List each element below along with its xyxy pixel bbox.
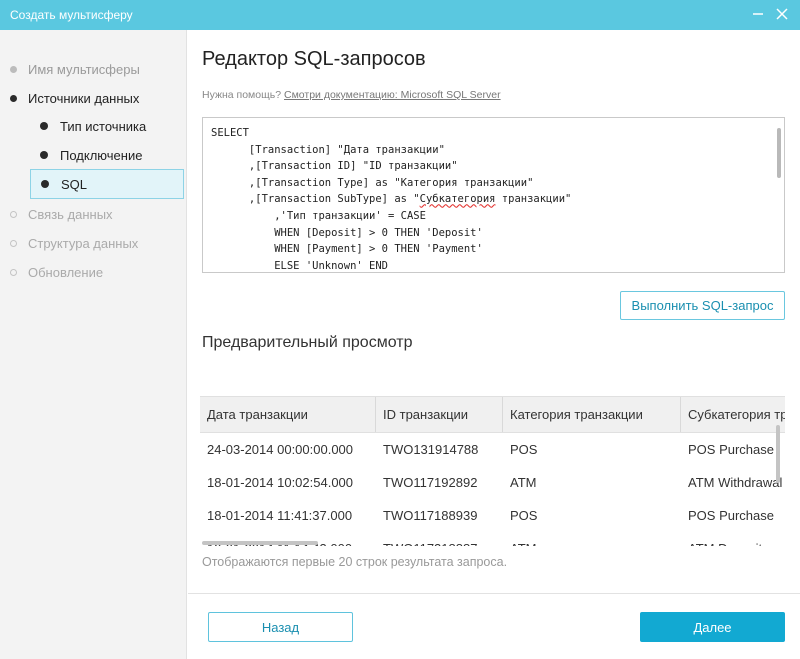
table-cell: TWO131914788 — [383, 442, 479, 457]
table-row: 24-03-2014 00:00:00.000 TWO131914788 POS… — [200, 433, 785, 466]
table-cell: ATM Withdrawal — [688, 475, 783, 490]
table-cell: TWO117188939 — [383, 508, 478, 523]
page-title: Редактор SQL-запросов — [202, 48, 426, 70]
table-cell: 18-01-2014 10:02:54.000 — [207, 475, 354, 490]
step-label: Имя мультисферы — [28, 61, 140, 77]
column-header[interactable]: Дата транзакции — [200, 397, 376, 432]
step-dot-icon — [10, 239, 17, 247]
sql-line: ,[Transaction SubType] as "Субкатегория … — [211, 193, 572, 206]
step-label: Обновление — [28, 264, 104, 280]
help-prefix: Нужна помощь? — [202, 89, 282, 101]
step-dot-icon — [10, 65, 17, 73]
step-dot-icon — [41, 180, 49, 188]
table-row: 18-01-2014 11:41:37.000 TWO117188939 POS… — [200, 499, 785, 532]
table-cell: ATM — [510, 475, 537, 490]
sql-line: ,'Тип транзакции' = CASE — [211, 209, 426, 222]
table-cell: ATM — [503, 532, 681, 546]
table-horizontal-scrollbar[interactable] — [202, 541, 318, 545]
back-button[interactable]: Назад — [208, 612, 353, 642]
rows-note: Отображаются первые 20 строк результата … — [202, 555, 508, 569]
step-data-link[interactable]: Связь данных — [10, 204, 113, 224]
table-row: 18-01-2014 10:02:54.000 TWO117192892 ATM… — [200, 466, 785, 499]
table-cell: POS Purchase — [688, 442, 774, 457]
table-cell: TWO117192892 — [383, 475, 478, 490]
documentation-link[interactable]: Смотри документацию: Microsoft SQL Serve… — [284, 89, 501, 101]
substep-sql[interactable]: SQL — [30, 169, 184, 199]
footer-divider — [188, 593, 800, 594]
preview-title: Предварительный просмотр — [202, 334, 413, 351]
close-icon[interactable] — [774, 6, 790, 22]
step-label: Источники данных — [28, 90, 140, 106]
next-button[interactable]: Далее — [640, 612, 785, 642]
step-label: SQL — [61, 176, 88, 192]
sql-line: [Transaction] "Дата транзакции" — [211, 143, 445, 156]
step-label: Связь данных — [28, 206, 113, 222]
step-data-sources[interactable]: Источники данных — [10, 88, 139, 108]
column-header[interactable]: Категория транзакции — [503, 397, 681, 432]
title-bar: Создать мультисферу — [0, 0, 800, 30]
help-text: Нужна помощь? Смотри документацию: Micro… — [202, 89, 501, 101]
preview-table: Дата транзакции ID транзакции Категория … — [200, 396, 785, 546]
window-title: Создать мультисферу — [10, 8, 133, 22]
sql-line: WHEN [Deposit] > 0 THEN 'Deposit' — [211, 226, 483, 239]
table-cell: TWO117218887 — [376, 532, 503, 546]
table-cell: ATM Deposit — [681, 532, 785, 546]
step-dot-icon — [40, 151, 48, 159]
table-cell: POS — [510, 508, 538, 523]
step-label: Подключение — [60, 147, 143, 163]
step-multisphere-name[interactable]: Имя мультисферы — [10, 59, 140, 79]
spellcheck-underline: Субкатегория — [419, 193, 496, 206]
table-cell: POS Purchase — [688, 508, 774, 523]
sql-line: ,[Transaction Type] as "Категория транза… — [211, 176, 534, 189]
sql-line: WHEN [Payment] > 0 THEN 'Payment' — [211, 243, 483, 256]
table-vertical-scrollbar[interactable] — [776, 425, 780, 483]
sql-editor[interactable]: SELECT [Transaction] "Дата транзакции" ,… — [202, 117, 785, 273]
table-cell: 18-01-2014 11:41:37.000 — [207, 508, 353, 523]
minimize-icon[interactable] — [750, 6, 766, 22]
run-sql-button[interactable]: Выполнить SQL-запрос — [620, 291, 785, 320]
column-header[interactable]: ID транзакции — [376, 397, 503, 432]
step-update[interactable]: Обновление — [10, 262, 103, 282]
step-label: Структура данных — [28, 235, 139, 251]
table-header: Дата транзакции ID транзакции Категория … — [200, 396, 785, 433]
wizard-steps-sidebar: Имя мультисферы Источники данных Тип ист… — [0, 30, 187, 659]
step-dot-icon — [10, 210, 17, 218]
main-panel: Редактор SQL-запросов Нужна помощь? Смот… — [188, 30, 800, 659]
sql-line: SELECT — [211, 127, 249, 139]
sql-line: ELSE 'Unknown' END — [211, 259, 389, 272]
substep-source-type[interactable]: Тип источника — [30, 111, 184, 141]
step-dot-icon — [40, 122, 48, 130]
table-cell: 24-03-2014 00:00:00.000 — [207, 442, 354, 457]
column-header[interactable]: Субкатегория транзакции — [681, 397, 785, 432]
table-cell: POS — [510, 442, 538, 457]
sql-code[interactable]: SELECT [Transaction] "Дата транзакции" ,… — [211, 125, 572, 272]
step-label: Тип источника — [60, 118, 147, 134]
step-dot-icon — [10, 268, 17, 276]
sql-line: ,[Transaction ID] "ID транзакции" — [211, 160, 458, 173]
step-dot-icon — [10, 94, 17, 102]
step-data-structure[interactable]: Структура данных — [10, 233, 138, 253]
editor-scrollbar[interactable] — [777, 128, 781, 178]
substep-connection[interactable]: Подключение — [30, 140, 184, 170]
